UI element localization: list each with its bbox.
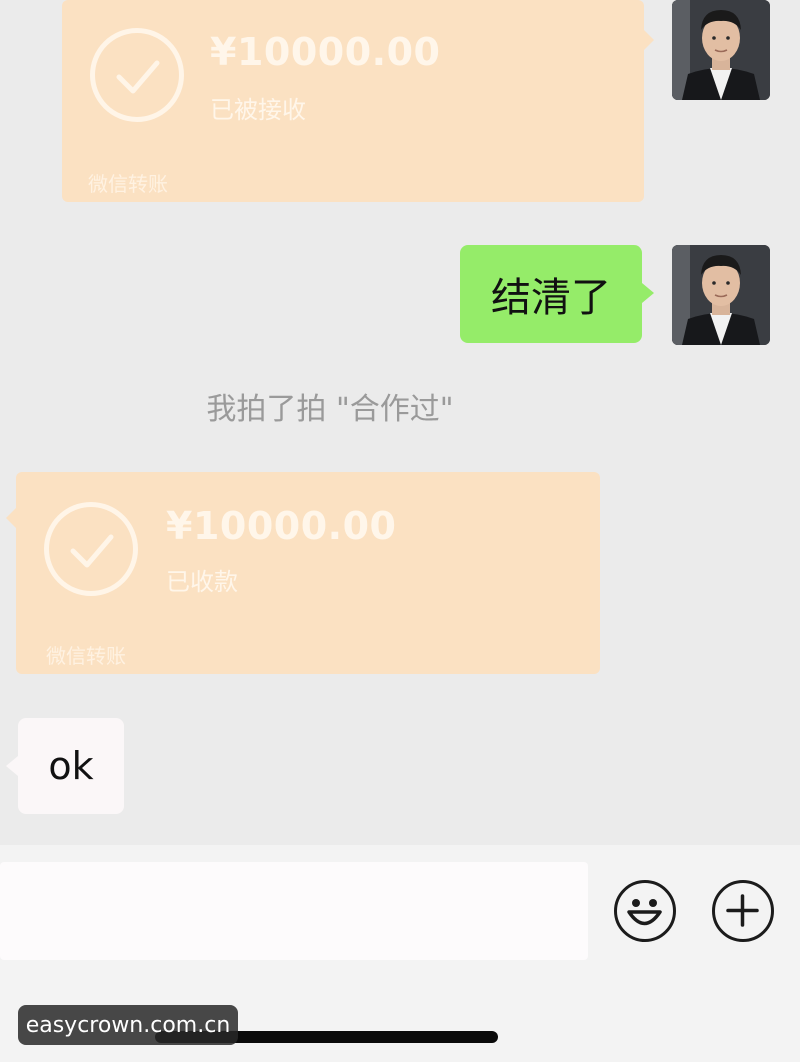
message-bubble-received[interactable]: ok xyxy=(18,718,124,814)
avatar[interactable] xyxy=(672,0,770,100)
smiley-icon xyxy=(627,899,662,926)
plus-icon xyxy=(726,894,759,927)
transfer-status: 已收款 xyxy=(166,568,238,596)
bubble-tail xyxy=(642,283,654,303)
avatar[interactable] xyxy=(672,245,770,345)
message-input[interactable] xyxy=(0,862,588,960)
message-bubble-sent[interactable]: 结清了 xyxy=(460,245,642,343)
message-text: 结清了 xyxy=(491,275,611,321)
transfer-amount: ¥10000.00 xyxy=(210,30,441,74)
check-circle-icon xyxy=(44,502,138,596)
bubble-tail xyxy=(6,508,16,528)
transfer-card-received[interactable]: ¥10000.00 已收款 微信转账 xyxy=(16,472,600,674)
watermark: easycrown.com.cn xyxy=(18,1005,238,1045)
transfer-card-sent[interactable]: ¥10000.00 已被接收 微信转账 xyxy=(62,0,644,202)
bubble-tail xyxy=(6,756,18,776)
message-text: ok xyxy=(48,744,94,788)
system-message: 我拍了拍 "合作过" xyxy=(206,392,454,427)
check-circle-icon xyxy=(90,28,184,122)
transfer-footer: 微信转账 xyxy=(46,644,126,668)
emoji-button[interactable] xyxy=(614,880,676,942)
transfer-status: 已被接收 xyxy=(210,96,306,124)
chat-screen: ¥10000.00 已被接收 微信转账 结清了 我拍了拍 "合作过" ¥1000… xyxy=(0,0,800,1062)
transfer-amount: ¥10000.00 xyxy=(166,504,397,548)
bubble-tail xyxy=(644,30,654,50)
more-button[interactable] xyxy=(712,880,774,942)
transfer-footer: 微信转账 xyxy=(88,172,168,196)
